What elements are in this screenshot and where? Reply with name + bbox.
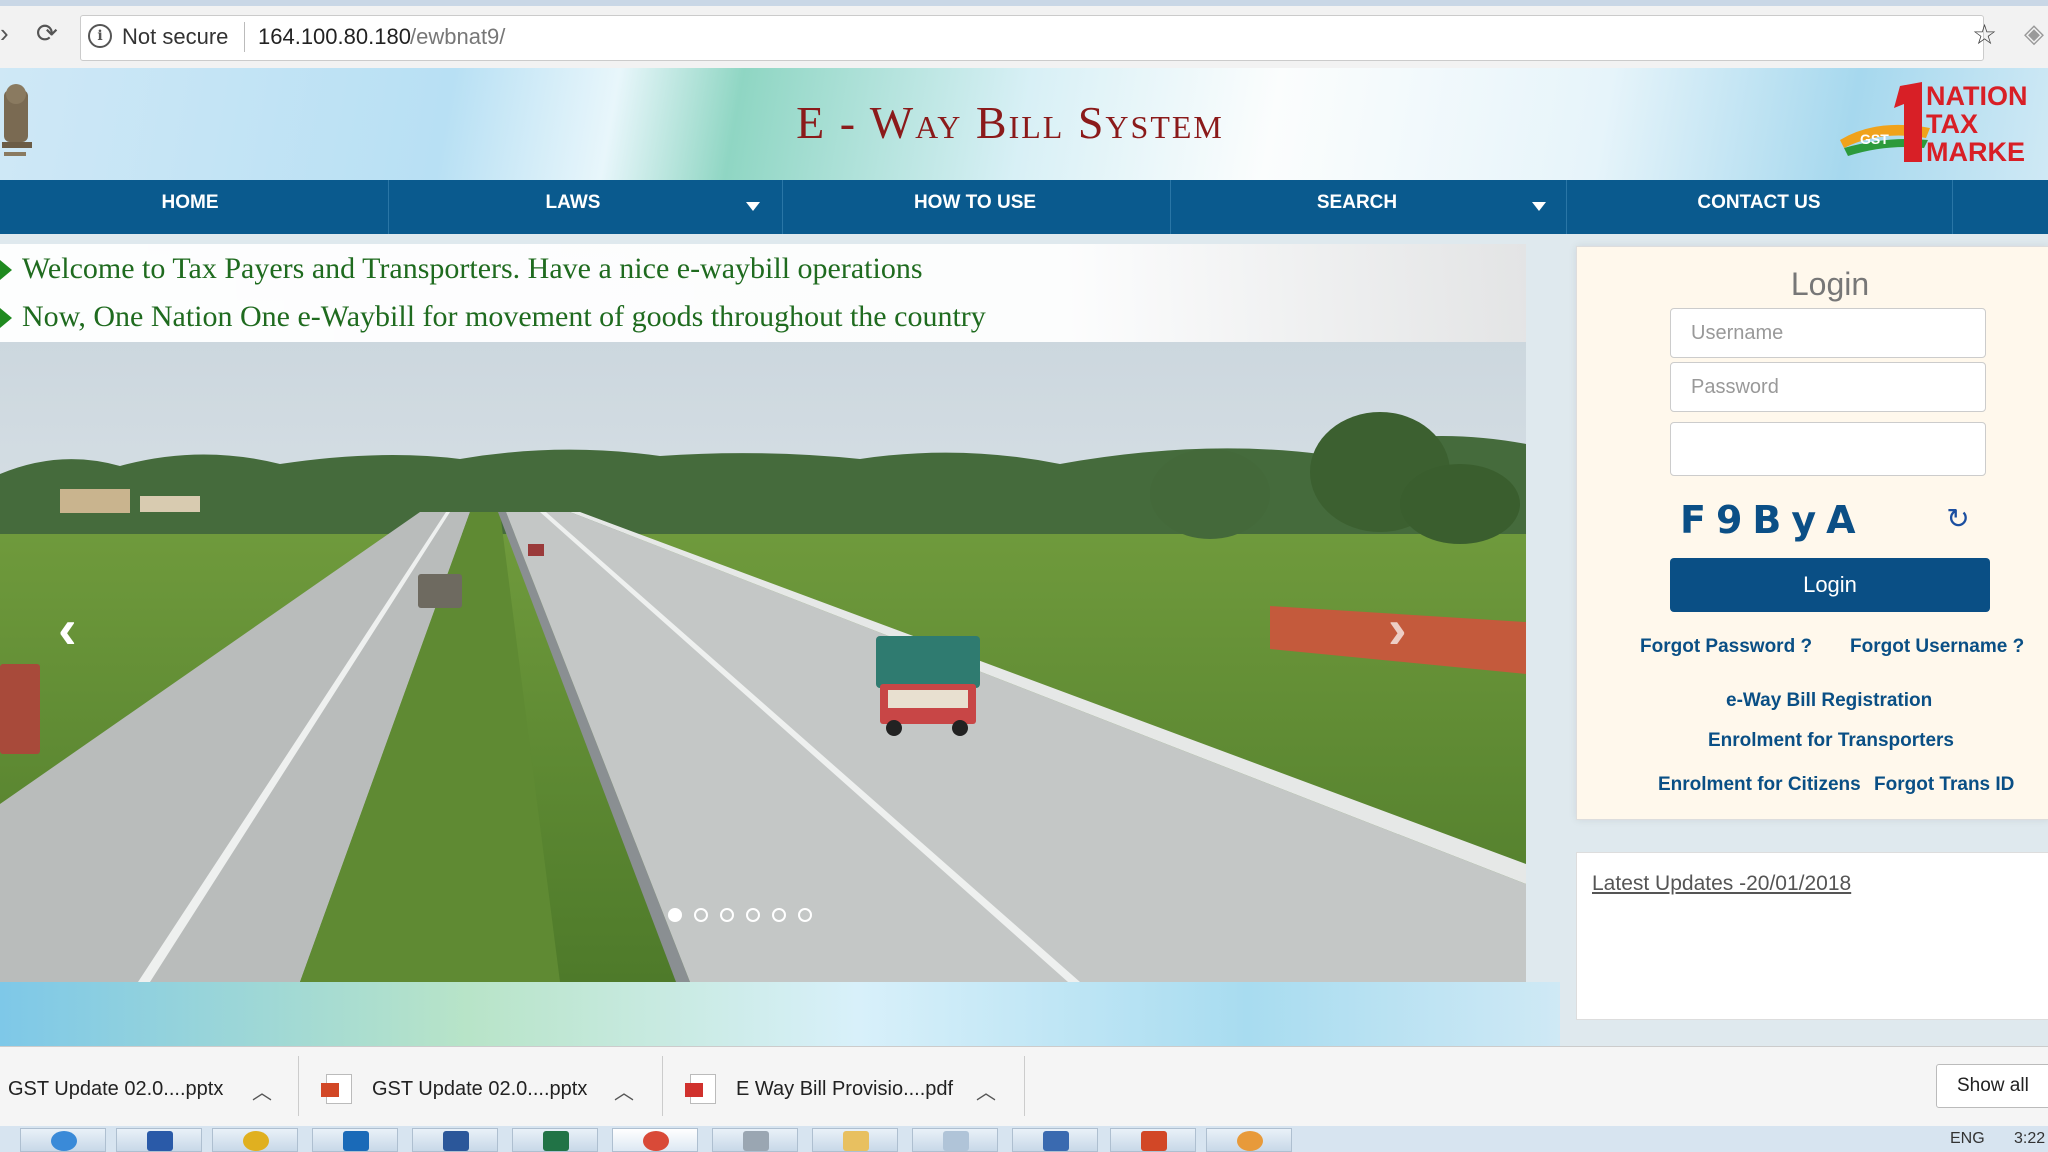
nav-how-to-use[interactable]: HOW TO USE	[782, 180, 1168, 234]
logo-text-line: NATION	[1926, 81, 2028, 111]
taskbar-app[interactable]	[712, 1128, 798, 1152]
chevron-right-icon	[0, 260, 12, 280]
download-item[interactable]: GST Update 02.0....pptx	[372, 1078, 587, 1101]
enrolment-citizens-link[interactable]: Enrolment for Citizens	[1658, 774, 1861, 796]
security-label[interactable]: Not secure	[122, 24, 228, 50]
ticker-line[interactable]: Welcome to Tax Payers and Transporters. …	[22, 252, 923, 286]
captcha-input[interactable]	[1670, 422, 1986, 476]
nav-laws[interactable]: LAWS	[388, 180, 758, 234]
chevron-up-icon[interactable]: ︿	[976, 1076, 996, 1105]
latest-updates-link[interactable]: Latest Updates -20/01/2018	[1592, 872, 1851, 896]
bookmark-star-icon[interactable]: ☆	[1972, 18, 1997, 51]
slider-dot[interactable]	[798, 908, 812, 922]
slider-image	[0, 244, 1526, 982]
taskbar-outlook-app[interactable]	[312, 1128, 398, 1152]
logo-text: NATION TAX MARKE	[1926, 82, 2028, 166]
refresh-captcha-icon[interactable]: ↻	[1938, 502, 1978, 538]
taskbar-clock[interactable]: 3:22	[2014, 1130, 2045, 1148]
slider-dot[interactable]	[720, 908, 734, 922]
password-input[interactable]	[1670, 362, 1986, 412]
login-title: Login	[1790, 266, 1870, 302]
news-ticker: Welcome to Tax Payers and Transporters. …	[0, 244, 1526, 342]
username-input[interactable]	[1670, 308, 1986, 358]
taskbar-powershell-app[interactable]	[116, 1128, 202, 1152]
chevron-down-icon[interactable]	[746, 202, 760, 211]
show-all-button[interactable]: Show all	[1936, 1064, 2048, 1108]
url-path[interactable]: /ewbnat9/	[410, 24, 505, 50]
pptx-file-icon	[321, 1074, 352, 1104]
reload-icon[interactable]: ⟳	[36, 18, 58, 49]
download-divider	[662, 1056, 663, 1116]
footer-band	[0, 982, 1560, 1046]
forward-icon[interactable]: ›	[0, 18, 9, 49]
download-divider	[1024, 1056, 1025, 1116]
taskbar-powerpoint-app[interactable]	[1110, 1128, 1196, 1152]
download-item[interactable]: GST Update 02.0....pptx	[8, 1078, 223, 1101]
pdf-file-icon	[685, 1074, 716, 1104]
slider-dot[interactable]	[772, 908, 786, 922]
download-item[interactable]: E Way Bill Provisio....pdf	[736, 1078, 953, 1101]
taskbar-chrome-app[interactable]	[612, 1128, 698, 1152]
svg-text:GST: GST	[1860, 131, 1889, 147]
nav-divider	[1952, 180, 1953, 234]
slider-prev-icon[interactable]: ‹	[58, 596, 77, 661]
national-emblem-icon	[2, 84, 32, 156]
eway-bill-registration-link[interactable]: e-Way Bill Registration	[1726, 690, 1932, 712]
extension-icon[interactable]: ◈	[2024, 18, 2044, 49]
site-title: E - Way Bill System	[796, 97, 1224, 148]
forgot-username-link[interactable]: Forgot Username ?	[1850, 636, 2024, 658]
slider-dot[interactable]	[668, 908, 682, 922]
logo-text-line: MARKE	[1926, 137, 2025, 167]
taskbar-app[interactable]	[912, 1128, 998, 1152]
info-icon[interactable]: i	[88, 24, 112, 48]
chevron-down-icon[interactable]	[1532, 202, 1546, 211]
slider-dot[interactable]	[694, 908, 708, 922]
forgot-trans-id-link[interactable]: Forgot Trans ID	[1874, 774, 2014, 796]
url-host[interactable]: 164.100.80.180	[258, 24, 411, 50]
chevron-right-icon	[0, 308, 12, 328]
ticker-line[interactable]: Now, One Nation One e-Waybill for moveme…	[22, 300, 986, 334]
taskbar-paint-app[interactable]	[1206, 1128, 1292, 1152]
taskbar-excel-app[interactable]	[512, 1128, 598, 1152]
slider-dot[interactable]	[746, 908, 760, 922]
browser-tab-strip	[0, 0, 2048, 6]
taskbar-app[interactable]	[1012, 1128, 1098, 1152]
nav-home[interactable]: HOME	[0, 180, 380, 234]
enrolment-transporters-link[interactable]: Enrolment for Transporters	[1708, 730, 1954, 752]
chevron-up-icon[interactable]: ︿	[614, 1076, 634, 1105]
taskbar-word-app[interactable]	[412, 1128, 498, 1152]
logo-text-line: TAX	[1926, 109, 1978, 139]
language-indicator[interactable]: ENG	[1950, 1130, 1985, 1148]
login-button[interactable]: Login	[1670, 558, 1990, 612]
nav-search[interactable]: SEARCH	[1170, 180, 1544, 234]
taskbar-ie-app[interactable]	[20, 1128, 106, 1152]
download-divider	[298, 1056, 299, 1116]
forgot-password-link[interactable]: Forgot Password ?	[1640, 636, 1812, 658]
slider-next-icon[interactable]: ›	[1388, 596, 1407, 661]
main-nav: HOME LAWS HOW TO USE SEARCH CONTACT US	[0, 180, 2048, 234]
taskbar-explorer-app[interactable]	[812, 1128, 898, 1152]
captcha-image: F9ByA	[1680, 498, 1866, 542]
taskbar-key-app[interactable]	[212, 1128, 298, 1152]
chevron-up-icon[interactable]: ︿	[252, 1076, 272, 1105]
nav-contact-us[interactable]: CONTACT US	[1566, 180, 1952, 234]
address-divider	[244, 22, 245, 52]
